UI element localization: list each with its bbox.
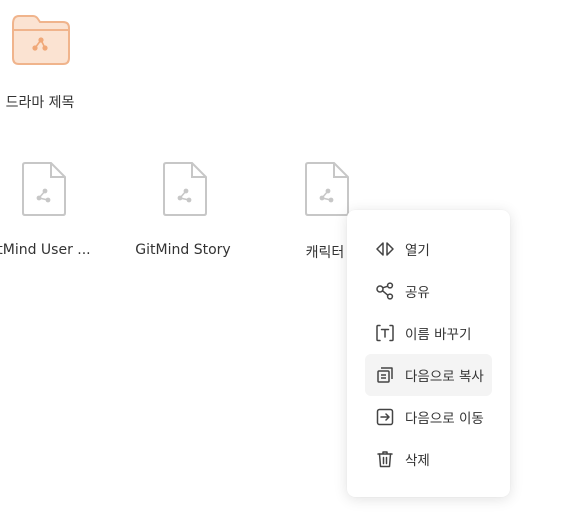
rename-icon xyxy=(375,323,395,343)
share-icon xyxy=(375,281,395,301)
folder-name: 드라마 제목 xyxy=(5,95,75,111)
move-icon xyxy=(375,407,395,427)
menu-item-move-to[interactable]: 다음으로 이동 xyxy=(365,396,492,438)
mindmap-file-icon xyxy=(163,162,207,216)
menu-item-copy-to[interactable]: 다음으로 복사 xyxy=(365,354,492,396)
file-item-gitmind-user[interactable]: itMind User ... xyxy=(0,155,102,265)
menu-item-delete[interactable]: 삭제 xyxy=(365,438,492,480)
menu-item-share[interactable]: 공유 xyxy=(365,270,492,312)
mindmap-folder-icon xyxy=(12,15,70,65)
menu-item-rename[interactable]: 이름 바꾸기 xyxy=(365,312,492,354)
open-icon xyxy=(375,239,395,259)
file-name: itMind User ... xyxy=(0,242,91,258)
trash-icon xyxy=(375,449,395,469)
copy-icon xyxy=(375,365,395,385)
file-name: GitMind Story xyxy=(135,242,231,258)
menu-item-open[interactable]: 열기 xyxy=(365,228,492,270)
context-menu: 열기 공유 이름 바꾸기 다음으로 복사 다음으로 이동 삭제 xyxy=(347,210,510,497)
file-item-gitmind-story[interactable]: GitMind Story xyxy=(123,155,243,265)
mindmap-file-icon xyxy=(305,162,349,216)
mindmap-file-icon xyxy=(22,162,66,216)
folder-item[interactable]: 드라마 제목 xyxy=(0,0,100,120)
